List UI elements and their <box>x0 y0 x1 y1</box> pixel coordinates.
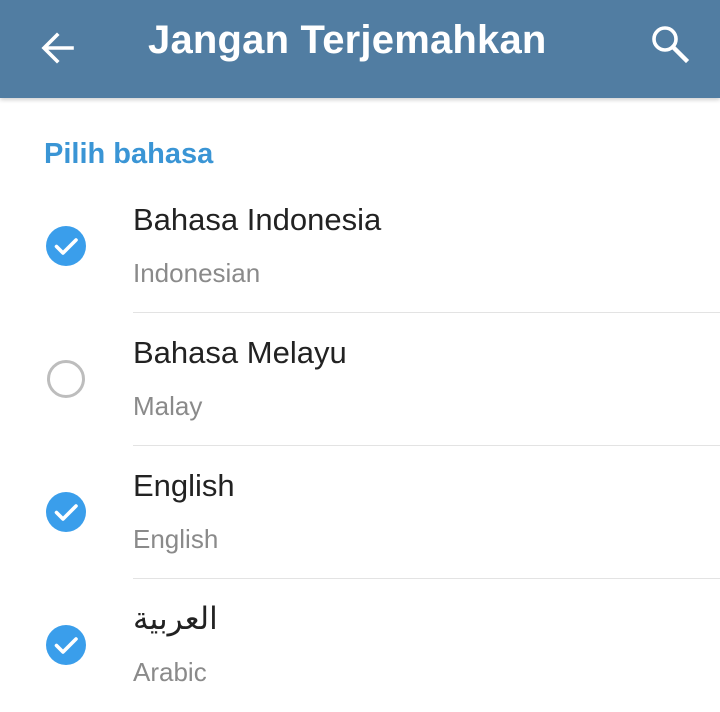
back-button[interactable] <box>28 18 88 78</box>
language-item-english[interactable]: English English <box>0 446 720 579</box>
language-subtitle: English <box>133 524 219 554</box>
search-button[interactable] <box>638 12 702 76</box>
language-name: Bahasa Indonesia <box>133 202 382 237</box>
checked-circle-icon[interactable] <box>46 625 86 665</box>
checked-circle-icon[interactable] <box>46 492 86 532</box>
checked-circle-icon[interactable] <box>46 226 86 266</box>
language-list: Bahasa Indonesia Indonesian Bahasa Melay… <box>0 180 720 712</box>
language-name: Bahasa Melayu <box>133 335 347 370</box>
page-title: Jangan Terjemahkan <box>148 18 547 62</box>
language-item-arabic[interactable]: العربية Arabic <box>0 579 720 712</box>
app-bar: Jangan Terjemahkan <box>0 0 720 98</box>
language-subtitle: Arabic <box>133 657 207 687</box>
search-icon <box>652 26 690 64</box>
language-item-malay[interactable]: Bahasa Melayu Malay <box>0 313 720 446</box>
language-name: العربية <box>133 601 218 636</box>
language-subtitle: Indonesian <box>133 258 261 288</box>
section-header: Pilih bahasa <box>44 138 214 170</box>
language-name: English <box>133 468 235 503</box>
content-area: Pilih bahasa Bahasa Indonesia Indonesian… <box>0 98 720 708</box>
language-item-indonesian[interactable]: Bahasa Indonesia Indonesian <box>0 180 720 313</box>
language-subtitle: Malay <box>133 391 203 421</box>
arrow-left-icon <box>41 32 74 64</box>
unchecked-circle-icon[interactable] <box>46 359 86 399</box>
